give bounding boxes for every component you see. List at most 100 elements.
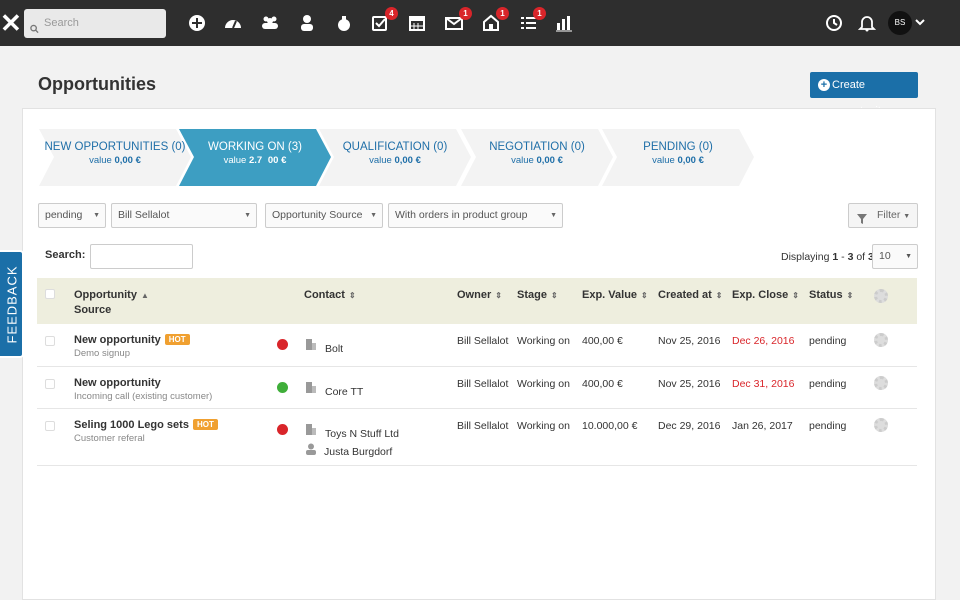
stage-value: 2.7 00 €: [248, 155, 287, 166]
deals-icon[interactable]: 1: [480, 7, 509, 34]
table-row[interactable]: Seling 1000 Lego sets HOT Customer refera…: [37, 409, 917, 466]
column-status-label: Status: [809, 289, 843, 301]
reports-chart-icon[interactable]: [553, 12, 575, 34]
status-filter-value: pending: [45, 209, 83, 221]
clock-icon[interactable]: [823, 12, 845, 34]
table-row[interactable]: New opportunity HOT Demo signup Bolt Bill…: [37, 324, 917, 367]
sort-icon: ⇕: [792, 291, 799, 300]
contact-person[interactable]: Justa Burgdorf: [324, 446, 392, 458]
contact-company[interactable]: Toys N Stuff Ltd: [325, 428, 399, 440]
person-icon[interactable]: [296, 12, 318, 34]
stage-negotiation[interactable]: NEGOTIATION (0) value 0,00 €: [461, 129, 613, 186]
product-group-filter-value: With orders in product group: [395, 209, 528, 221]
page-title: Opportunities: [38, 74, 156, 94]
top-navigation-bar: ✕ Search 4 1 1 1 BS: [0, 0, 960, 46]
contact-company[interactable]: Bolt: [325, 343, 343, 355]
column-exp-value-label: Exp. Value: [582, 289, 638, 301]
pipeline-stages: NEW OPPORTUNITIES (0) value 0,00 € WORKI…: [39, 129, 759, 186]
column-contact[interactable]: Contact ⇕: [304, 289, 356, 301]
row-settings-gear-icon[interactable]: [874, 333, 888, 347]
global-search-input[interactable]: Search: [24, 9, 166, 38]
column-opportunity[interactable]: Opportunity ▲ Source: [74, 289, 149, 316]
column-exp-close[interactable]: Exp. Close ⇕: [732, 289, 799, 301]
column-owner-label: Owner: [457, 289, 492, 301]
contact-company[interactable]: Core TT: [325, 386, 363, 398]
opportunity-name[interactable]: New opportunity: [74, 377, 161, 389]
contacts-group-icon[interactable]: [259, 12, 281, 34]
search-placeholder: Search: [44, 17, 79, 29]
per-page-select[interactable]: 10 ▼: [872, 244, 918, 269]
filter-button[interactable]: Filter ▼: [848, 203, 918, 228]
opportunity-name[interactable]: New opportunity: [74, 334, 161, 346]
pagination-info: Displaying 1 - 3 of 3: [781, 251, 874, 263]
priority-status-icon: [277, 424, 288, 435]
stage-value-label: value: [89, 155, 112, 166]
source-filter-select[interactable]: Opportunity Source ▼: [265, 203, 383, 228]
per-page-value: 10: [879, 250, 891, 262]
sort-icon: ⇕: [846, 291, 854, 300]
status-cell: pending: [809, 420, 847, 432]
dashboard-icon[interactable]: [222, 12, 244, 34]
row-checkbox[interactable]: [45, 421, 55, 431]
sort-icon: ⇕: [715, 291, 723, 300]
opportunities-panel: NEW OPPORTUNITIES (0) value 0,00 € WORKI…: [22, 108, 936, 600]
add-icon[interactable]: [186, 12, 208, 34]
stage-value: 0,00 €: [114, 155, 141, 166]
pagination-sep: -: [838, 251, 848, 263]
pagination-prefix: Displaying: [781, 251, 830, 263]
column-created-at[interactable]: Created at ⇕: [658, 289, 723, 301]
opportunity-name[interactable]: Seling 1000 Lego sets: [74, 419, 189, 431]
column-status[interactable]: Status ⇕: [809, 289, 853, 301]
column-stage[interactable]: Stage ⇕: [517, 289, 558, 301]
stage-value-label: value: [511, 155, 534, 166]
dropdown-arrow-icon: ▼: [550, 212, 557, 219]
stage-pending[interactable]: PENDING (0) value 0,00 €: [602, 129, 754, 186]
row-settings-gear-icon[interactable]: [874, 376, 888, 390]
feedback-tab[interactable]: FEEDBACK: [0, 250, 24, 358]
stage-cell: Working on: [517, 420, 570, 432]
stage-new-opportunities[interactable]: NEW OPPORTUNITIES (0) value 0,00 €: [39, 129, 191, 186]
stage-cell: Working on: [517, 378, 570, 390]
stage-working-on[interactable]: WORKING ON (3) value 2.7 00 €: [179, 129, 331, 186]
user-avatar[interactable]: BS: [888, 11, 912, 35]
chevron-down-icon[interactable]: [915, 17, 925, 30]
created-at-cell: Dec 29, 2016: [658, 420, 721, 432]
person-icon: [306, 443, 316, 455]
create-opportunity-button[interactable]: + Create opportunity: [810, 72, 918, 117]
mail-icon[interactable]: 1: [443, 7, 472, 34]
hot-badge: HOT: [192, 419, 218, 430]
money-bag-icon[interactable]: [333, 12, 355, 34]
list-badge: 1: [533, 7, 546, 20]
priority-status-icon: [277, 382, 288, 393]
opportunity-source: Customer referal: [74, 433, 145, 444]
table-search-label: Search:: [45, 249, 86, 261]
row-checkbox[interactable]: [45, 379, 55, 389]
column-created-label: Created at: [658, 289, 712, 301]
column-owner[interactable]: Owner ⇕: [457, 289, 502, 301]
stage-qualification[interactable]: QUALIFICATION (0) value 0,00 €: [319, 129, 471, 186]
column-exp-value[interactable]: Exp. Value ⇕: [582, 289, 648, 301]
status-filter-select[interactable]: pending ▼: [38, 203, 106, 228]
sort-icon: ⇕: [348, 291, 356, 300]
product-group-filter-select[interactable]: With orders in product group ▼: [388, 203, 563, 228]
row-checkbox[interactable]: [45, 336, 55, 346]
tasks-icon[interactable]: 4: [369, 7, 398, 34]
column-contact-label: Contact: [304, 289, 345, 301]
app-logo-icon[interactable]: ✕: [0, 9, 22, 37]
table-row[interactable]: New opportunity Incoming call (existing …: [37, 367, 917, 409]
owner-filter-value: Bill Sellalot: [118, 209, 170, 221]
list-icon[interactable]: 1: [517, 7, 546, 34]
bell-icon[interactable]: [856, 12, 878, 34]
column-settings-gear-icon[interactable]: [874, 289, 888, 303]
row-settings-gear-icon[interactable]: [874, 418, 888, 432]
dropdown-arrow-icon: ▼: [903, 213, 911, 220]
column-stage-label: Stage: [517, 289, 547, 301]
table-search-input[interactable]: [90, 244, 193, 269]
dropdown-arrow-icon: ▼: [244, 212, 251, 219]
owner-cell: Bill Sellalot: [457, 335, 509, 347]
stage-value-label: value: [652, 155, 675, 166]
dropdown-arrow-icon: ▼: [370, 212, 377, 219]
calendar-icon[interactable]: [406, 12, 428, 34]
select-all-checkbox[interactable]: [45, 289, 55, 299]
owner-filter-select[interactable]: Bill Sellalot ▼: [111, 203, 257, 228]
